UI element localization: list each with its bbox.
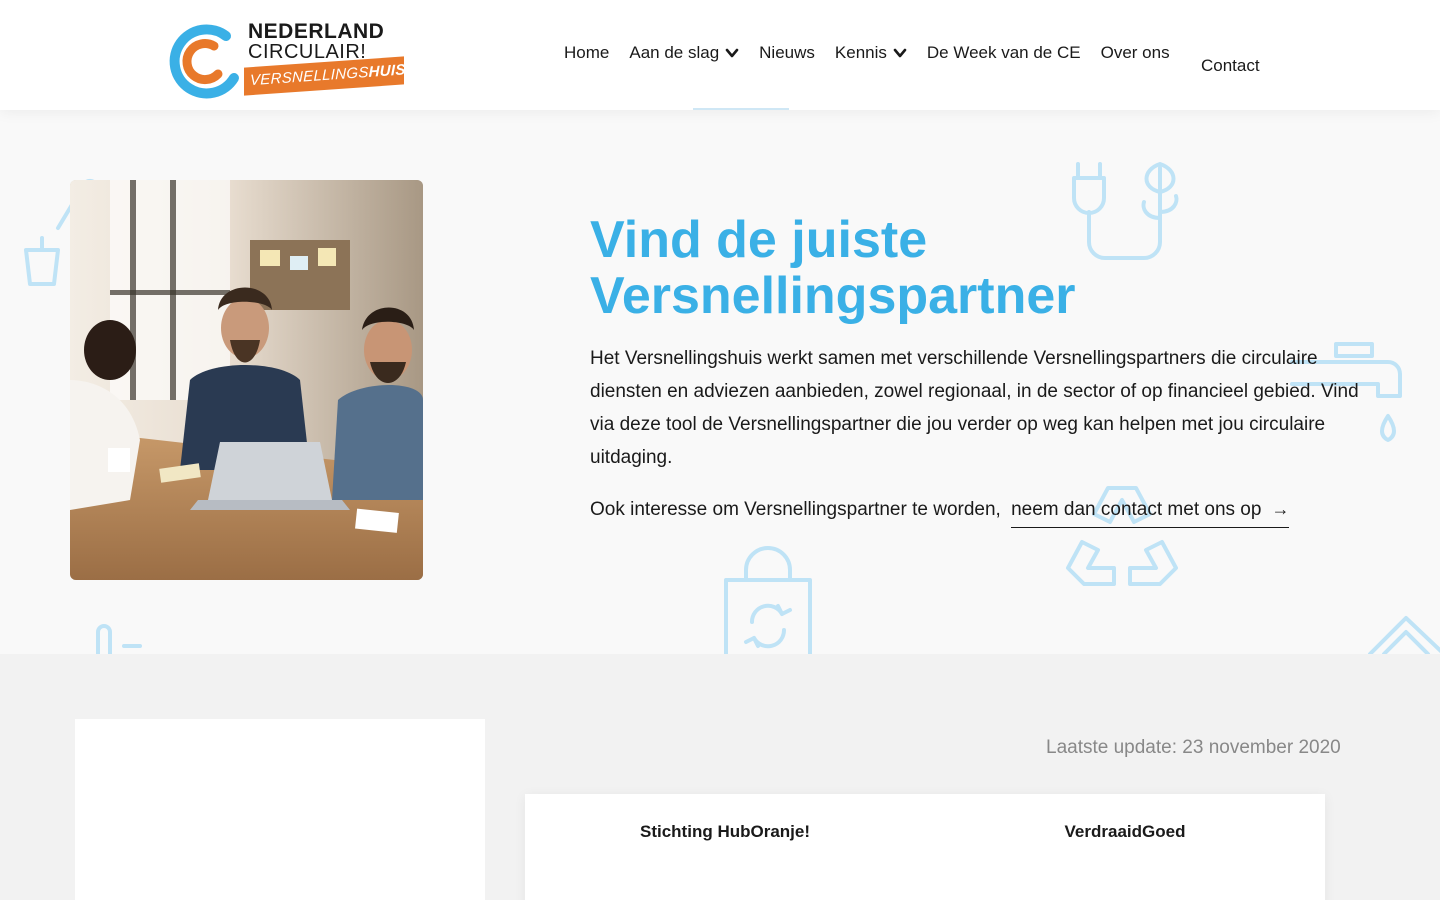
nav-item-aan-de-slag[interactable]: Aan de slag [629, 43, 739, 63]
nav-label: Home [564, 43, 610, 62]
chevron-down-icon [725, 48, 739, 58]
nav-item-kennis[interactable]: Kennis [835, 43, 907, 63]
nav-item-over-ons[interactable]: Over ons [1101, 43, 1170, 63]
results-list: Stichting HubOranje! VerdraaidGoed [525, 794, 1325, 900]
nav-label: Over ons [1100, 43, 1170, 62]
nav-item-nieuws[interactable]: Nieuws [759, 43, 815, 63]
hero-description: Het Versnellingshuis werkt samen met ver… [590, 348, 1359, 468]
logo-badge-regular: VERSNELLINGS [250, 63, 369, 90]
contact-link-label: neem dan contact met ons op [1011, 499, 1262, 520]
logo-c-icon [169, 24, 239, 99]
nav-active-indicator [693, 108, 789, 110]
nav-label: De Week van de CE [926, 43, 1081, 62]
nav-item-week-van-de-ce[interactable]: De Week van de CE [927, 43, 1081, 63]
contact-link[interactable]: neem dan contact met ons op → [1011, 499, 1290, 528]
logo-badge-bold: HUIS [368, 61, 406, 81]
house-icon [1368, 616, 1440, 654]
nav-label: Nieuws [759, 43, 815, 62]
recycle-icon [1066, 486, 1178, 586]
shopping-bag-recycle-icon [724, 546, 812, 654]
partner-card-title[interactable]: VerdraaidGoed [925, 822, 1325, 842]
main-nav: Home Aan de slag Nieuws Kennis De Week v… [564, 43, 1190, 63]
nav-item-home[interactable]: Home [564, 43, 609, 63]
nav-label: Kennis [834, 43, 887, 62]
last-update: Laatste update: 23 november 2020 [1046, 737, 1341, 758]
site-logo[interactable]: NEDERLAND CIRCULAIR! VERSNELLINGSHUIS [164, 20, 406, 102]
filter-panel [75, 719, 485, 900]
results-section: Laatste update: 23 november 2020 Stichti… [0, 654, 1440, 900]
hero-section: Vind de juiste Versnellingspartner Het V… [0, 110, 1440, 654]
people-meeting-image [70, 180, 423, 580]
faucet-icon [96, 624, 142, 654]
hero-title: Vind de juiste Versnellingspartner [590, 211, 1076, 325]
hero-cta: Ook interesse om Versnellingspartner te … [590, 499, 1290, 528]
site-header: NEDERLAND CIRCULAIR! VERSNELLINGSHUIS Ho… [0, 0, 1440, 110]
chevron-down-icon [893, 48, 907, 58]
nav-label: Aan de slag [629, 43, 720, 62]
partner-card-title[interactable]: Stichting HubOranje! [525, 822, 925, 842]
hero-photo [70, 180, 423, 580]
cta-prefix: Ook interesse om Versnellingspartner te … [590, 499, 1001, 520]
nav-item-contact[interactable]: Contact [1201, 56, 1260, 76]
arrow-right-icon: → [1271, 499, 1290, 519]
